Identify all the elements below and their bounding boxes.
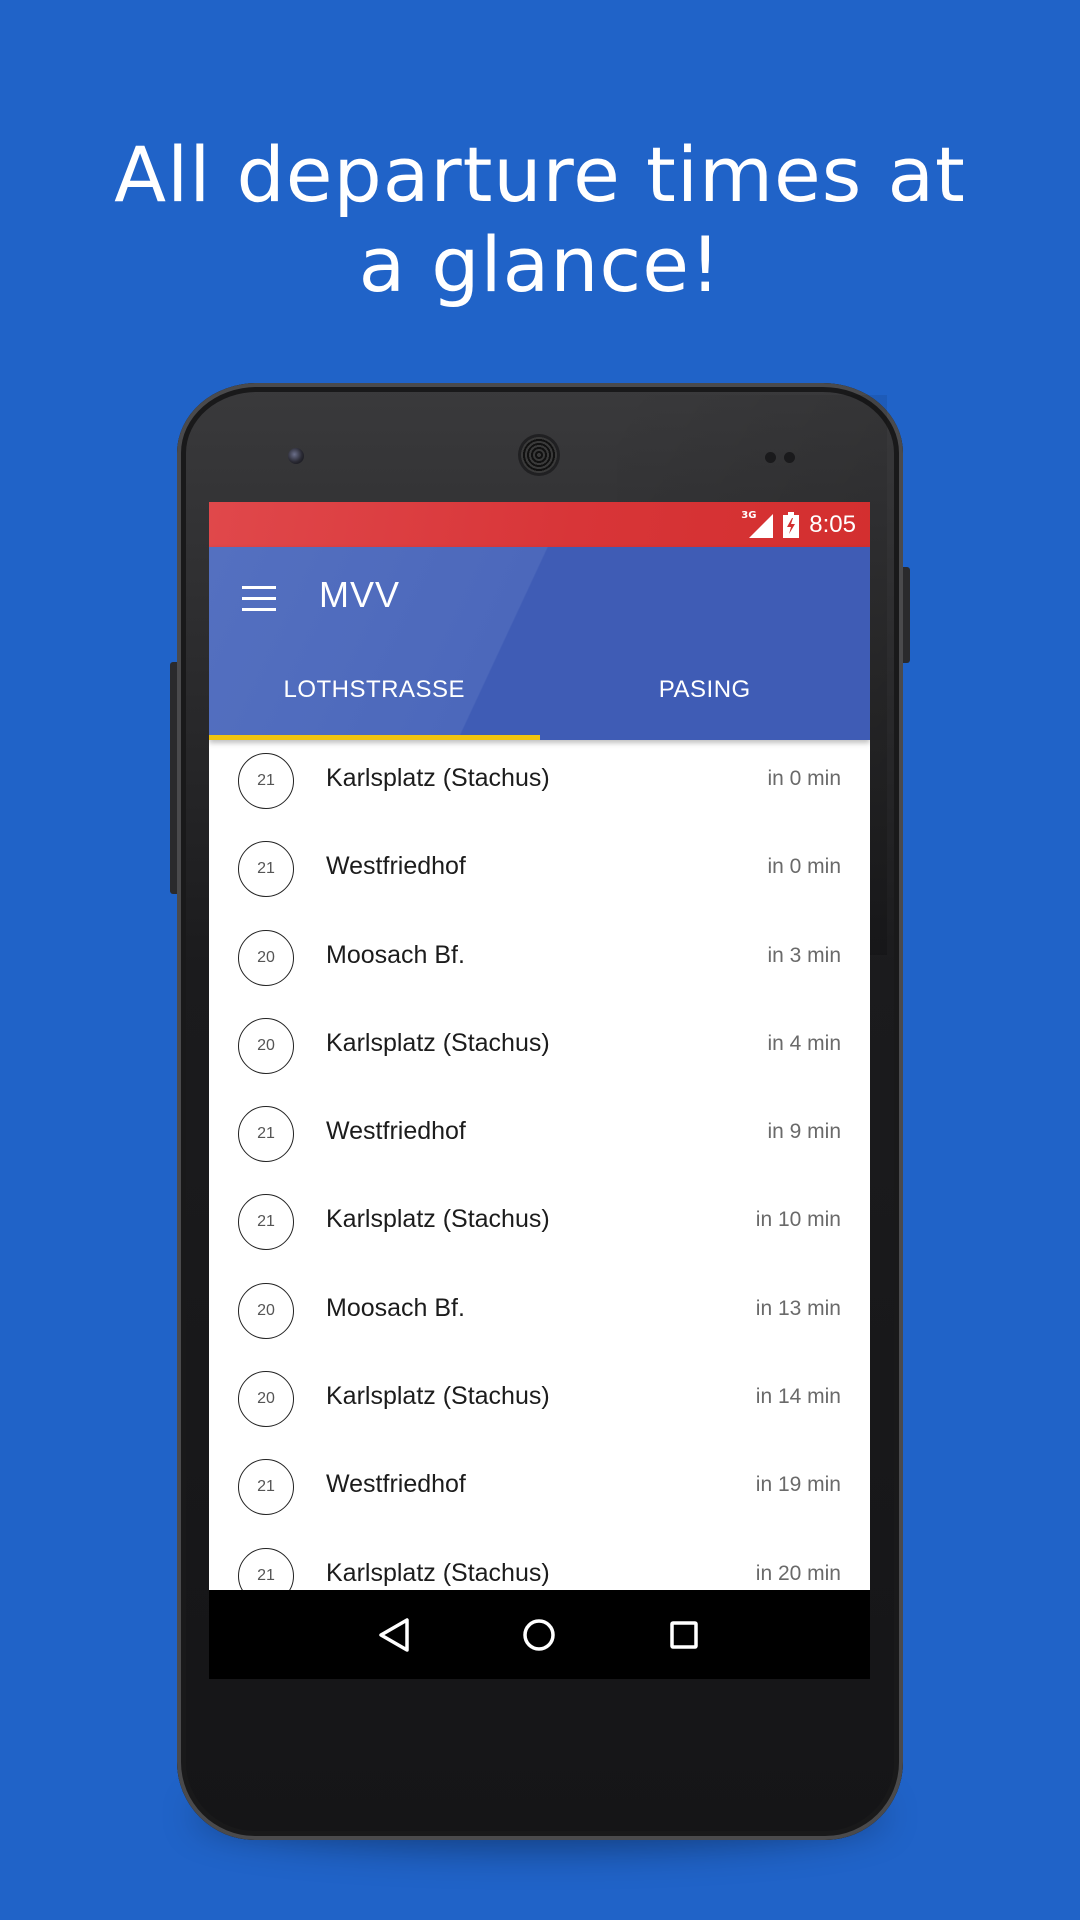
home-icon[interactable] — [494, 1590, 584, 1679]
status-time: 8:05 — [809, 510, 856, 538]
phone-power-button — [902, 567, 910, 663]
tab-pasing[interactable]: PASING — [540, 648, 871, 740]
app-bar: MVV LOTHSTRASSE PASING — [209, 547, 870, 740]
back-icon[interactable] — [349, 1590, 439, 1679]
eta-label: in 0 min — [767, 855, 841, 879]
line-badge: 20 — [238, 929, 294, 986]
destination-label: Karlsplatz (Stachus) — [326, 1028, 550, 1057]
eta-label: in 19 min — [755, 1473, 841, 1497]
destination-label: Westfriedhof — [326, 852, 466, 881]
departure-row[interactable]: 20 Karlsplatz (Stachus) in 14 min — [209, 1358, 870, 1446]
departure-row[interactable]: 21 Karlsplatz (Stachus) in 0 min — [209, 740, 870, 828]
recents-icon[interactable] — [639, 1590, 729, 1679]
eta-label: in 20 min — [755, 1561, 841, 1585]
status-icons: 3G 8:05 — [741, 502, 856, 547]
eta-label: in 14 min — [755, 1385, 841, 1409]
departure-row[interactable]: 20 Moosach Bf. in 13 min — [209, 1270, 870, 1358]
eta-label: in 3 min — [767, 943, 841, 967]
line-badge: 20 — [238, 1017, 294, 1074]
stop-tabs: LOTHSTRASSE PASING — [209, 648, 870, 740]
departure-row[interactable]: 21 Westfriedhof in 9 min — [209, 1093, 870, 1181]
destination-label: Karlsplatz (Stachus) — [326, 764, 550, 792]
destination-label: Karlsplatz (Stachus) — [326, 1382, 550, 1411]
headline-line-1: All departure times at — [114, 130, 966, 219]
line-badge: 21 — [238, 1459, 294, 1516]
battery-charging-icon — [783, 511, 800, 538]
line-badge: 21 — [238, 1194, 294, 1251]
destination-label: Karlsplatz (Stachus) — [326, 1558, 550, 1587]
eta-label: in 13 min — [755, 1296, 841, 1320]
eta-label: in 4 min — [767, 1031, 841, 1055]
earpiece-speaker — [521, 437, 557, 473]
eta-label: in 9 min — [767, 1120, 841, 1144]
eta-label: in 10 min — [755, 1208, 841, 1232]
line-badge: 21 — [238, 753, 294, 809]
hamburger-menu-icon[interactable] — [242, 586, 276, 612]
proximity-sensors — [765, 448, 805, 463]
destination-label: Moosach Bf. — [326, 1293, 465, 1322]
destination-label: Westfriedhof — [326, 1470, 466, 1499]
line-badge: 20 — [238, 1282, 294, 1339]
departure-row[interactable]: 20 Karlsplatz (Stachus) in 4 min — [209, 1005, 870, 1093]
status-bar: 3G 8:05 — [209, 502, 870, 547]
destination-label: Westfriedhof — [326, 1117, 466, 1146]
headline-line-2: a glance! — [358, 220, 722, 309]
departure-row[interactable]: 21 Westfriedhof in 19 min — [209, 1446, 870, 1534]
app-title: MVV — [319, 574, 401, 615]
front-camera — [288, 448, 304, 464]
departure-row[interactable]: 20 Moosach Bf. in 3 min — [209, 917, 870, 1005]
destination-label: Karlsplatz (Stachus) — [326, 1205, 550, 1234]
tab-lothstrasse[interactable]: LOTHSTRASSE — [209, 648, 540, 740]
line-badge: 21 — [238, 1106, 294, 1163]
eta-label: in 0 min — [767, 767, 841, 790]
signal-icon: 3G — [741, 510, 774, 540]
line-badge: 20 — [238, 1371, 294, 1428]
phone-screen: 3G 8:05 MVV LOTHSTRASSE PASING 21 Karlsp… — [209, 502, 870, 1679]
departure-row[interactable]: 21 Karlsplatz (Stachus) in 10 min — [209, 1181, 870, 1269]
system-nav-bar — [209, 1590, 870, 1679]
departure-row[interactable]: 21 Westfriedhof in 0 min — [209, 828, 870, 916]
line-badge: 21 — [238, 841, 294, 898]
departure-list: 21 Karlsplatz (Stachus) in 0 min 21 West… — [209, 740, 870, 1623]
destination-label: Moosach Bf. — [326, 940, 465, 969]
promo-headline: All departure times at a glance! — [0, 130, 1080, 310]
